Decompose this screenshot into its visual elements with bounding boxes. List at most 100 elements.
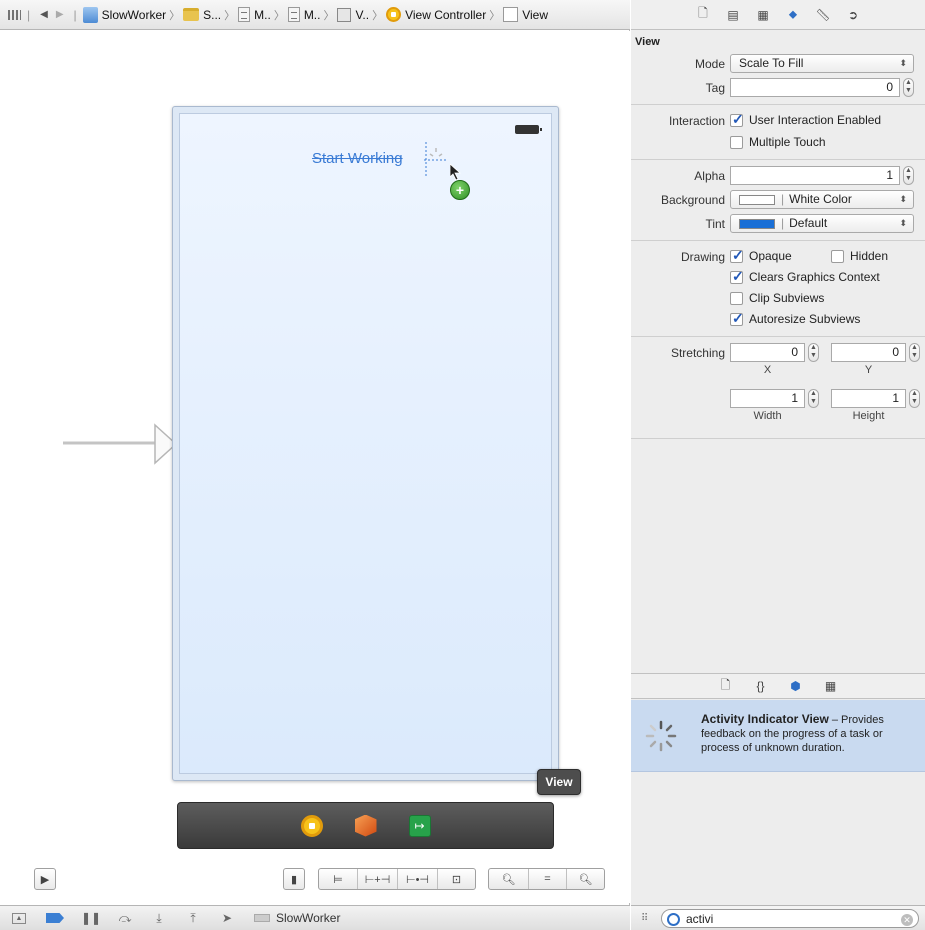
related-items-icon[interactable] <box>8 9 21 20</box>
zoom-out-icon[interactable]: 🔍︎ <box>489 869 528 889</box>
align-button[interactable]: ⊨ <box>319 869 357 889</box>
file-icon <box>287 7 300 22</box>
forward-arrow-icon[interactable]: ▶ <box>56 9 64 20</box>
jump-bar-storyboard[interactable]: V.. <box>337 7 369 22</box>
view-tooltip: View <box>537 769 581 795</box>
mode-row: Mode Scale To Fill ⬍ <box>631 52 925 76</box>
stretch-width-stepper[interactable]: ▲ ▼ <box>808 389 819 408</box>
library-filter-bar: ⠿ ✕ <box>631 905 925 930</box>
hide-debug-area-icon[interactable]: ▲ <box>12 912 26 924</box>
storyboard-icon <box>337 7 352 22</box>
resolve-button[interactable]: ⊢•⊣ <box>397 869 437 889</box>
zoom-actual-icon[interactable]: = <box>528 869 566 889</box>
attributes-inspector-icon[interactable]: ⬥ <box>786 7 801 22</box>
layout-controls: ⊨ ⊢+⊣ ⊢•⊣ ⊡ <box>318 868 476 890</box>
target-icon <box>254 914 270 922</box>
jump-bar-view[interactable]: View <box>503 7 548 22</box>
scene-dock: ↦ <box>177 802 554 849</box>
folder-icon <box>183 8 200 21</box>
file-template-library-icon[interactable]: 🗋 <box>718 678 733 693</box>
zoom-in-icon[interactable]: 🔍︎ <box>566 869 604 889</box>
document-outline-toggle[interactable]: ▶ <box>34 868 56 890</box>
activity-indicator-library-item[interactable]: Activity Indicator View – Provides feedb… <box>631 700 925 772</box>
clears-graphics-context-checkbox[interactable]: Clears Graphics Context <box>730 268 880 285</box>
library-item-description: Activity Indicator View – Provides feedb… <box>701 712 884 754</box>
clear-filter-icon[interactable]: ✕ <box>901 914 913 926</box>
exit-icon[interactable]: ↦ <box>408 814 431 837</box>
drop-guide-icon <box>424 142 446 178</box>
quick-help-icon[interactable]: ▤ <box>726 8 741 22</box>
object-library-icon[interactable]: ⬢ <box>788 679 803 693</box>
view-controller-icon <box>386 7 402 22</box>
opaque-checkbox[interactable]: Opaque <box>730 247 792 264</box>
view-controller-icon[interactable] <box>300 814 323 837</box>
resizing-button[interactable]: ⊡ <box>437 869 475 889</box>
alpha-field[interactable]: 1 <box>730 166 900 185</box>
grid-view-icon[interactable]: ⠿ <box>641 913 648 924</box>
step-into-icon[interactable]: ⤓ <box>152 911 166 925</box>
stretch-y-field[interactable]: 0 <box>831 343 906 362</box>
stretch-x-field[interactable]: 0 <box>730 343 805 362</box>
stretch-width-field[interactable]: 1 <box>730 389 805 408</box>
tint-popup[interactable]: | Default ⬍ <box>730 214 914 233</box>
debug-bar: ▲ ❚❚ ⤼ ⤓ ⤒ ➤ SlowWorker <box>0 905 630 930</box>
hidden-checkbox[interactable]: Hidden <box>831 249 888 263</box>
library-filter-input[interactable] <box>661 909 919 928</box>
size-inspector-icon[interactable]: 📏︎ <box>815 8 830 22</box>
stretch-x-stepper[interactable]: ▲ ▼ <box>808 343 819 362</box>
inspector-tabs: 🗋 ▤ ▦ ⬥ 📏︎ ➲ <box>631 0 925 30</box>
stretch-y-stepper[interactable]: ▲ ▼ <box>909 343 920 362</box>
connections-inspector-icon[interactable]: ➲ <box>846 8 861 22</box>
stretch-height-stepper[interactable]: ▲ ▼ <box>909 389 920 408</box>
step-out-icon[interactable]: ⤒ <box>186 911 200 925</box>
back-arrow-icon[interactable]: ◀ <box>40 9 48 20</box>
jump-bar-file-2[interactable]: M.. <box>287 7 320 22</box>
background-row: Background | White Color ⬍ <box>631 188 925 212</box>
clip-row: Clip Subviews <box>631 290 925 311</box>
simulated-metrics-button[interactable]: ▮ <box>283 868 305 890</box>
project-icon <box>82 6 98 23</box>
stretch-height-field[interactable]: 1 <box>831 389 906 408</box>
multiple-touch-row: Multiple Touch <box>631 131 925 155</box>
background-popup[interactable]: | White Color ⬍ <box>730 190 914 209</box>
view-icon <box>503 7 519 22</box>
interaction-row: Interaction User Interaction Enabled <box>631 109 925 133</box>
alpha-stepper[interactable]: ▲ ▼ <box>903 166 914 185</box>
step-over-icon[interactable]: ⤼ <box>118 911 132 925</box>
view-controller-scene[interactable]: Start Working + <box>172 106 559 781</box>
filter-icon <box>667 913 680 926</box>
user-interaction-checkbox[interactable]: User Interaction Enabled <box>730 111 881 128</box>
battery-icon <box>515 125 542 134</box>
first-responder-icon[interactable] <box>354 814 377 837</box>
start-working-button[interactable]: Start Working <box>312 150 403 167</box>
tag-stepper[interactable]: ▲ ▼ <box>903 78 914 97</box>
initial-scene-arrow <box>63 423 178 465</box>
breakpoints-icon[interactable] <box>46 913 64 923</box>
location-icon[interactable]: ➤ <box>220 911 234 925</box>
media-library-icon[interactable]: ▦ <box>823 679 838 693</box>
file-inspector-icon[interactable]: 🗋 <box>696 6 711 22</box>
activity-indicator-icon <box>645 720 677 752</box>
autoresize-subviews-checkbox[interactable]: Autoresize Subviews <box>730 310 860 327</box>
clip-subviews-checkbox[interactable]: Clip Subviews <box>730 291 824 305</box>
multiple-touch-checkbox[interactable]: Multiple Touch <box>730 135 826 149</box>
section-title: View <box>635 36 660 48</box>
background-swatch <box>739 194 775 205</box>
jump-bar-view-controller[interactable]: View Controller <box>386 7 486 22</box>
popup-arrows-icon: ⬍ <box>899 58 907 68</box>
library-tabs: 🗋 {} ⬢ ▦ <box>631 673 925 699</box>
identity-inspector-icon[interactable]: ▦ <box>756 8 771 22</box>
jump-bar-project[interactable]: SlowWorker <box>82 6 166 23</box>
mode-popup[interactable]: Scale To Fill ⬍ <box>730 54 914 73</box>
code-snippet-library-icon[interactable]: {} <box>753 679 768 693</box>
file-icon <box>238 7 251 22</box>
main-view[interactable]: Start Working + <box>179 113 552 774</box>
tag-field[interactable]: 0 <box>730 78 900 97</box>
jump-bar-file-1[interactable]: M.. <box>238 7 271 22</box>
autoresize-row: Autoresize Subviews <box>631 310 925 332</box>
storyboard-canvas[interactable]: Start Working + View ↦ ▶ ▮ ⊨ ⊢+⊣ ⊢•⊣ ⊡ 🔍… <box>0 31 630 903</box>
jump-bar-group[interactable]: S... <box>183 8 221 22</box>
pause-icon[interactable]: ❚❚ <box>81 911 101 925</box>
debug-target[interactable]: SlowWorker <box>254 911 340 925</box>
pin-button[interactable]: ⊢+⊣ <box>357 869 397 889</box>
